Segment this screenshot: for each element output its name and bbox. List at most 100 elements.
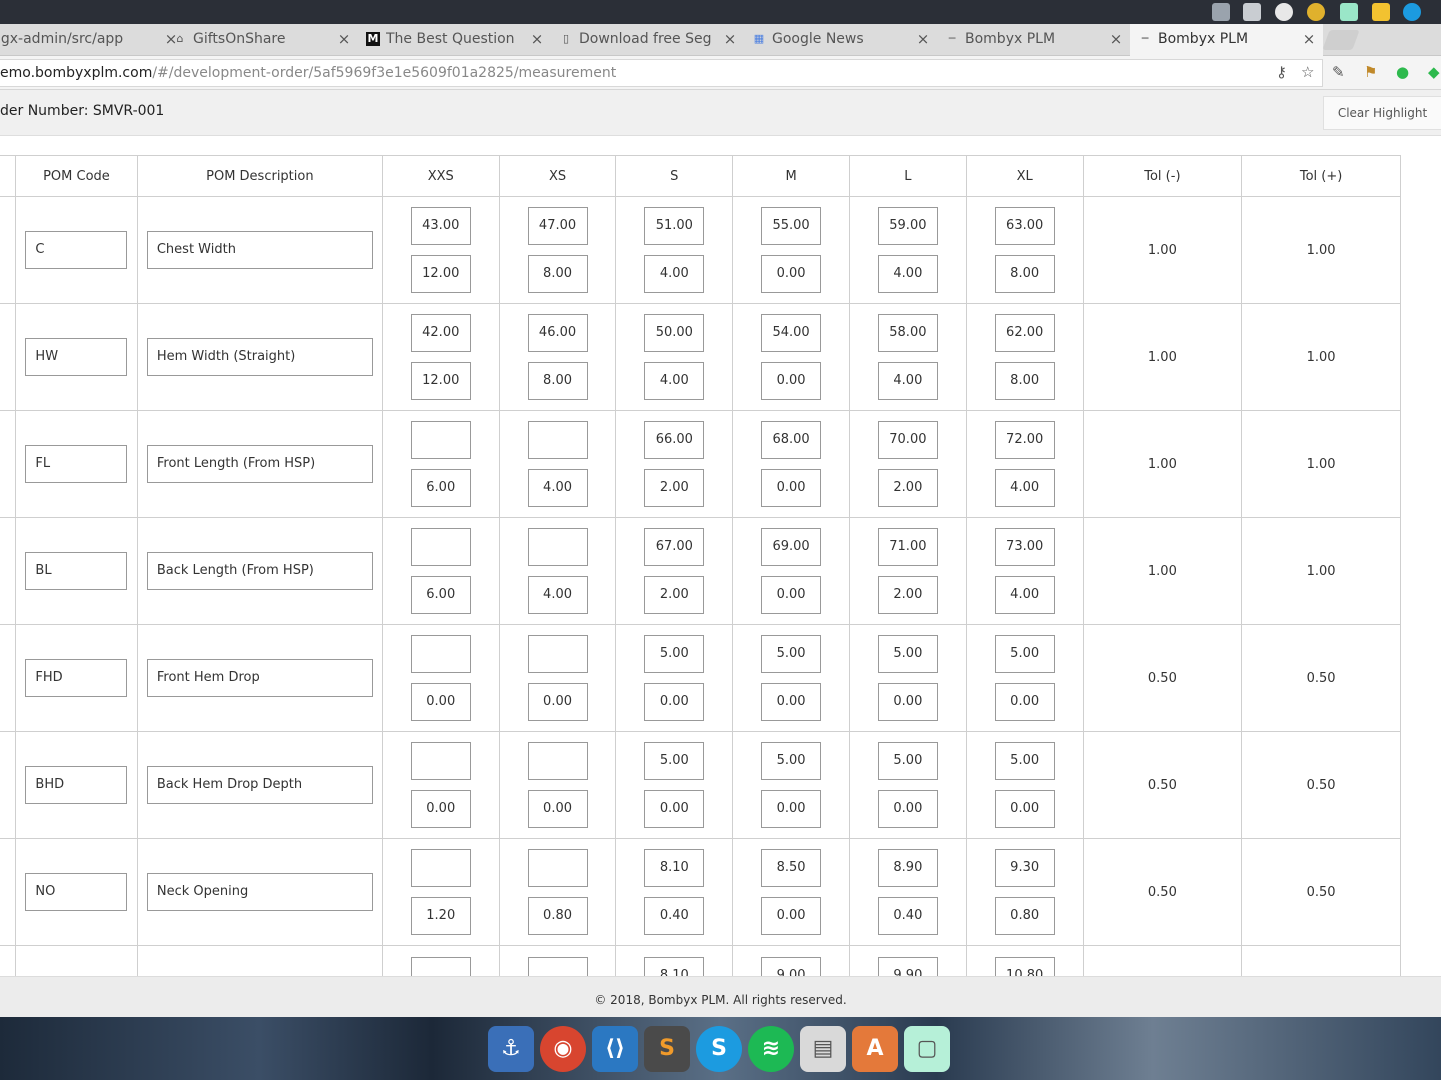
grade-input[interactable]: 0.00	[761, 255, 822, 293]
measurement-input[interactable]: 55.00	[761, 207, 822, 245]
measurement-input[interactable]: 70.00	[877, 421, 938, 459]
measurement-input[interactable]: 54.00	[761, 314, 822, 352]
grade-input[interactable]: 8.00	[527, 362, 588, 400]
grade-input[interactable]: 12.00	[410, 362, 471, 400]
measurement-input[interactable]: 46.00	[527, 314, 588, 352]
eyedropper-icon[interactable]: ✎	[1332, 62, 1345, 82]
tab-close-icon[interactable]: ×	[336, 24, 352, 54]
grammarly-icon[interactable]: ●	[1396, 62, 1409, 82]
grade-input[interactable]: 4.00	[527, 469, 588, 507]
browser-tab[interactable]: ▦ Google News ×	[744, 24, 937, 56]
tol-minus-cell[interactable]: 0.50	[1082, 624, 1243, 732]
browser-tab[interactable]: ngx-admin/src/app ×	[0, 24, 185, 56]
measurement-input[interactable]: 72.00	[994, 421, 1055, 459]
grade-input[interactable]: 0.00	[877, 790, 938, 828]
measurement-input[interactable]: 5.00	[761, 635, 822, 673]
notes-icon[interactable]	[1372, 3, 1390, 21]
measurement-input[interactable]	[410, 849, 471, 887]
measurement-input[interactable]: 73.00	[994, 528, 1055, 566]
tol-plus-cell[interactable]	[1241, 945, 1401, 976]
measurement-input[interactable]: 63.00	[994, 207, 1055, 245]
measurement-input[interactable]: 50.00	[644, 314, 705, 352]
vscode-icon[interactable]: ⟨⟩	[592, 1026, 638, 1072]
drive-icon[interactable]	[1243, 3, 1261, 21]
grade-input[interactable]: 0.40	[644, 897, 705, 935]
tol-minus-cell[interactable]: 1.00	[1082, 196, 1243, 304]
grade-input[interactable]: 12.00	[410, 255, 471, 293]
measurement-input[interactable]	[527, 528, 588, 566]
browser-tab[interactable]: ━ Bombyx PLM ×	[937, 24, 1130, 56]
grade-input[interactable]: 2.00	[877, 576, 938, 614]
grade-input[interactable]: 0.00	[410, 683, 471, 721]
tol-plus-cell[interactable]: 1.00	[1241, 410, 1401, 518]
chrome-icon[interactable]: ◉	[540, 1026, 586, 1072]
measurement-input[interactable]: 8.10	[644, 849, 705, 887]
pom-code-input[interactable]: C	[25, 231, 128, 269]
pom-code-input[interactable]: BL	[25, 552, 128, 590]
grade-input[interactable]: 4.00	[644, 255, 705, 293]
measurement-input[interactable]	[410, 635, 471, 673]
grade-input[interactable]: 6.00	[410, 469, 471, 507]
grade-input[interactable]: 4.00	[877, 255, 938, 293]
measurement-input[interactable]: 5.00	[761, 742, 822, 780]
grade-input[interactable]: 2.00	[877, 469, 938, 507]
grade-input[interactable]: 4.00	[644, 362, 705, 400]
measurement-input[interactable]: 69.00	[761, 528, 822, 566]
anchor-icon[interactable]: ⚓	[488, 1026, 534, 1072]
tab-close-icon[interactable]: ×	[529, 24, 545, 54]
grade-input[interactable]: 0.00	[527, 683, 588, 721]
measurement-input[interactable]: 8.90	[877, 849, 938, 887]
tol-minus-cell[interactable]	[1082, 945, 1243, 976]
pom-code-input[interactable]: NO	[25, 873, 128, 911]
measurement-input[interactable]: 58.00	[877, 314, 938, 352]
measurement-input[interactable]: 43.00	[410, 207, 471, 245]
grade-input[interactable]: 8.00	[527, 255, 588, 293]
pom-description-input[interactable]: Chest Width	[146, 231, 373, 269]
tab-close-icon[interactable]: ×	[915, 24, 931, 54]
measurement-input[interactable]	[410, 742, 471, 780]
measurement-input[interactable]	[410, 528, 471, 566]
measurement-input[interactable]	[527, 957, 588, 976]
measurement-input[interactable]: 71.00	[877, 528, 938, 566]
new-tab-button[interactable]	[1322, 30, 1360, 50]
pom-description-input[interactable]: Front Length (From HSP)	[146, 445, 373, 483]
grade-input[interactable]: 0.00	[994, 683, 1055, 721]
pom-description-input[interactable]: Neck Opening	[146, 873, 373, 911]
grade-input[interactable]: 0.40	[877, 897, 938, 935]
grade-input[interactable]: 0.00	[410, 790, 471, 828]
measurement-input[interactable]: 59.00	[877, 207, 938, 245]
measurement-input[interactable]: 9.90	[877, 957, 938, 976]
browser-tab[interactable]: ▯ Download free Seg ×	[551, 24, 744, 56]
grade-input[interactable]: 0.00	[644, 790, 705, 828]
measurement-input[interactable]: 47.00	[527, 207, 588, 245]
measurement-input[interactable]: 5.00	[994, 742, 1055, 780]
measurement-input[interactable]: 8.50	[761, 849, 822, 887]
pom-description-input[interactable]: Back Length (From HSP)	[146, 552, 373, 590]
tol-minus-cell[interactable]: 0.50	[1082, 731, 1243, 839]
measurement-input[interactable]: 51.00	[644, 207, 705, 245]
grade-input[interactable]: 4.00	[994, 576, 1055, 614]
grade-input[interactable]: 0.00	[527, 790, 588, 828]
tol-plus-cell[interactable]: 0.50	[1241, 838, 1401, 946]
grade-input[interactable]: 0.00	[761, 576, 822, 614]
browser-tab[interactable]: ⌂ GiftsOnShare ×	[165, 24, 358, 56]
grade-input[interactable]: 0.00	[994, 790, 1055, 828]
grade-input[interactable]: 4.00	[527, 576, 588, 614]
pom-code-input[interactable]: BHD	[25, 766, 128, 804]
measurement-input[interactable]: 10.80	[994, 957, 1055, 976]
grade-input[interactable]: 0.00	[761, 897, 822, 935]
grade-input[interactable]: 0.80	[994, 897, 1055, 935]
tol-plus-cell[interactable]: 1.00	[1241, 517, 1401, 625]
sync-icon[interactable]	[1275, 3, 1293, 21]
pom-description-input[interactable]: Back Hem Drop Depth	[146, 766, 373, 804]
grade-input[interactable]: 4.00	[877, 362, 938, 400]
measurement-input[interactable]	[527, 421, 588, 459]
grade-input[interactable]: 0.00	[761, 469, 822, 507]
measurement-input[interactable]	[410, 421, 471, 459]
tol-plus-cell[interactable]: 1.00	[1241, 303, 1401, 411]
tol-minus-cell[interactable]: 1.00	[1082, 410, 1243, 518]
bookmark-star-icon[interactable]: ☆	[1301, 62, 1314, 82]
file-cabinet-icon[interactable]: ▤	[800, 1026, 846, 1072]
tol-plus-cell[interactable]: 0.50	[1241, 731, 1401, 839]
grade-input[interactable]: 0.80	[527, 897, 588, 935]
